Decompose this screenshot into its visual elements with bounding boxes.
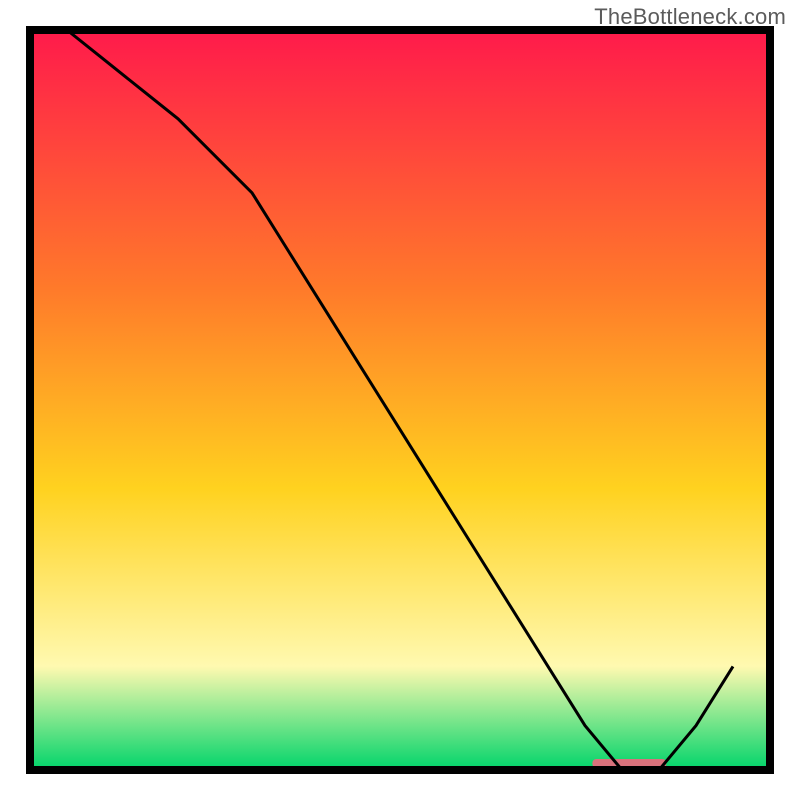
bottleneck-chart (0, 0, 800, 800)
gradient-background (30, 30, 770, 770)
plot-area (30, 30, 770, 770)
chart-container: TheBottleneck.com (0, 0, 800, 800)
